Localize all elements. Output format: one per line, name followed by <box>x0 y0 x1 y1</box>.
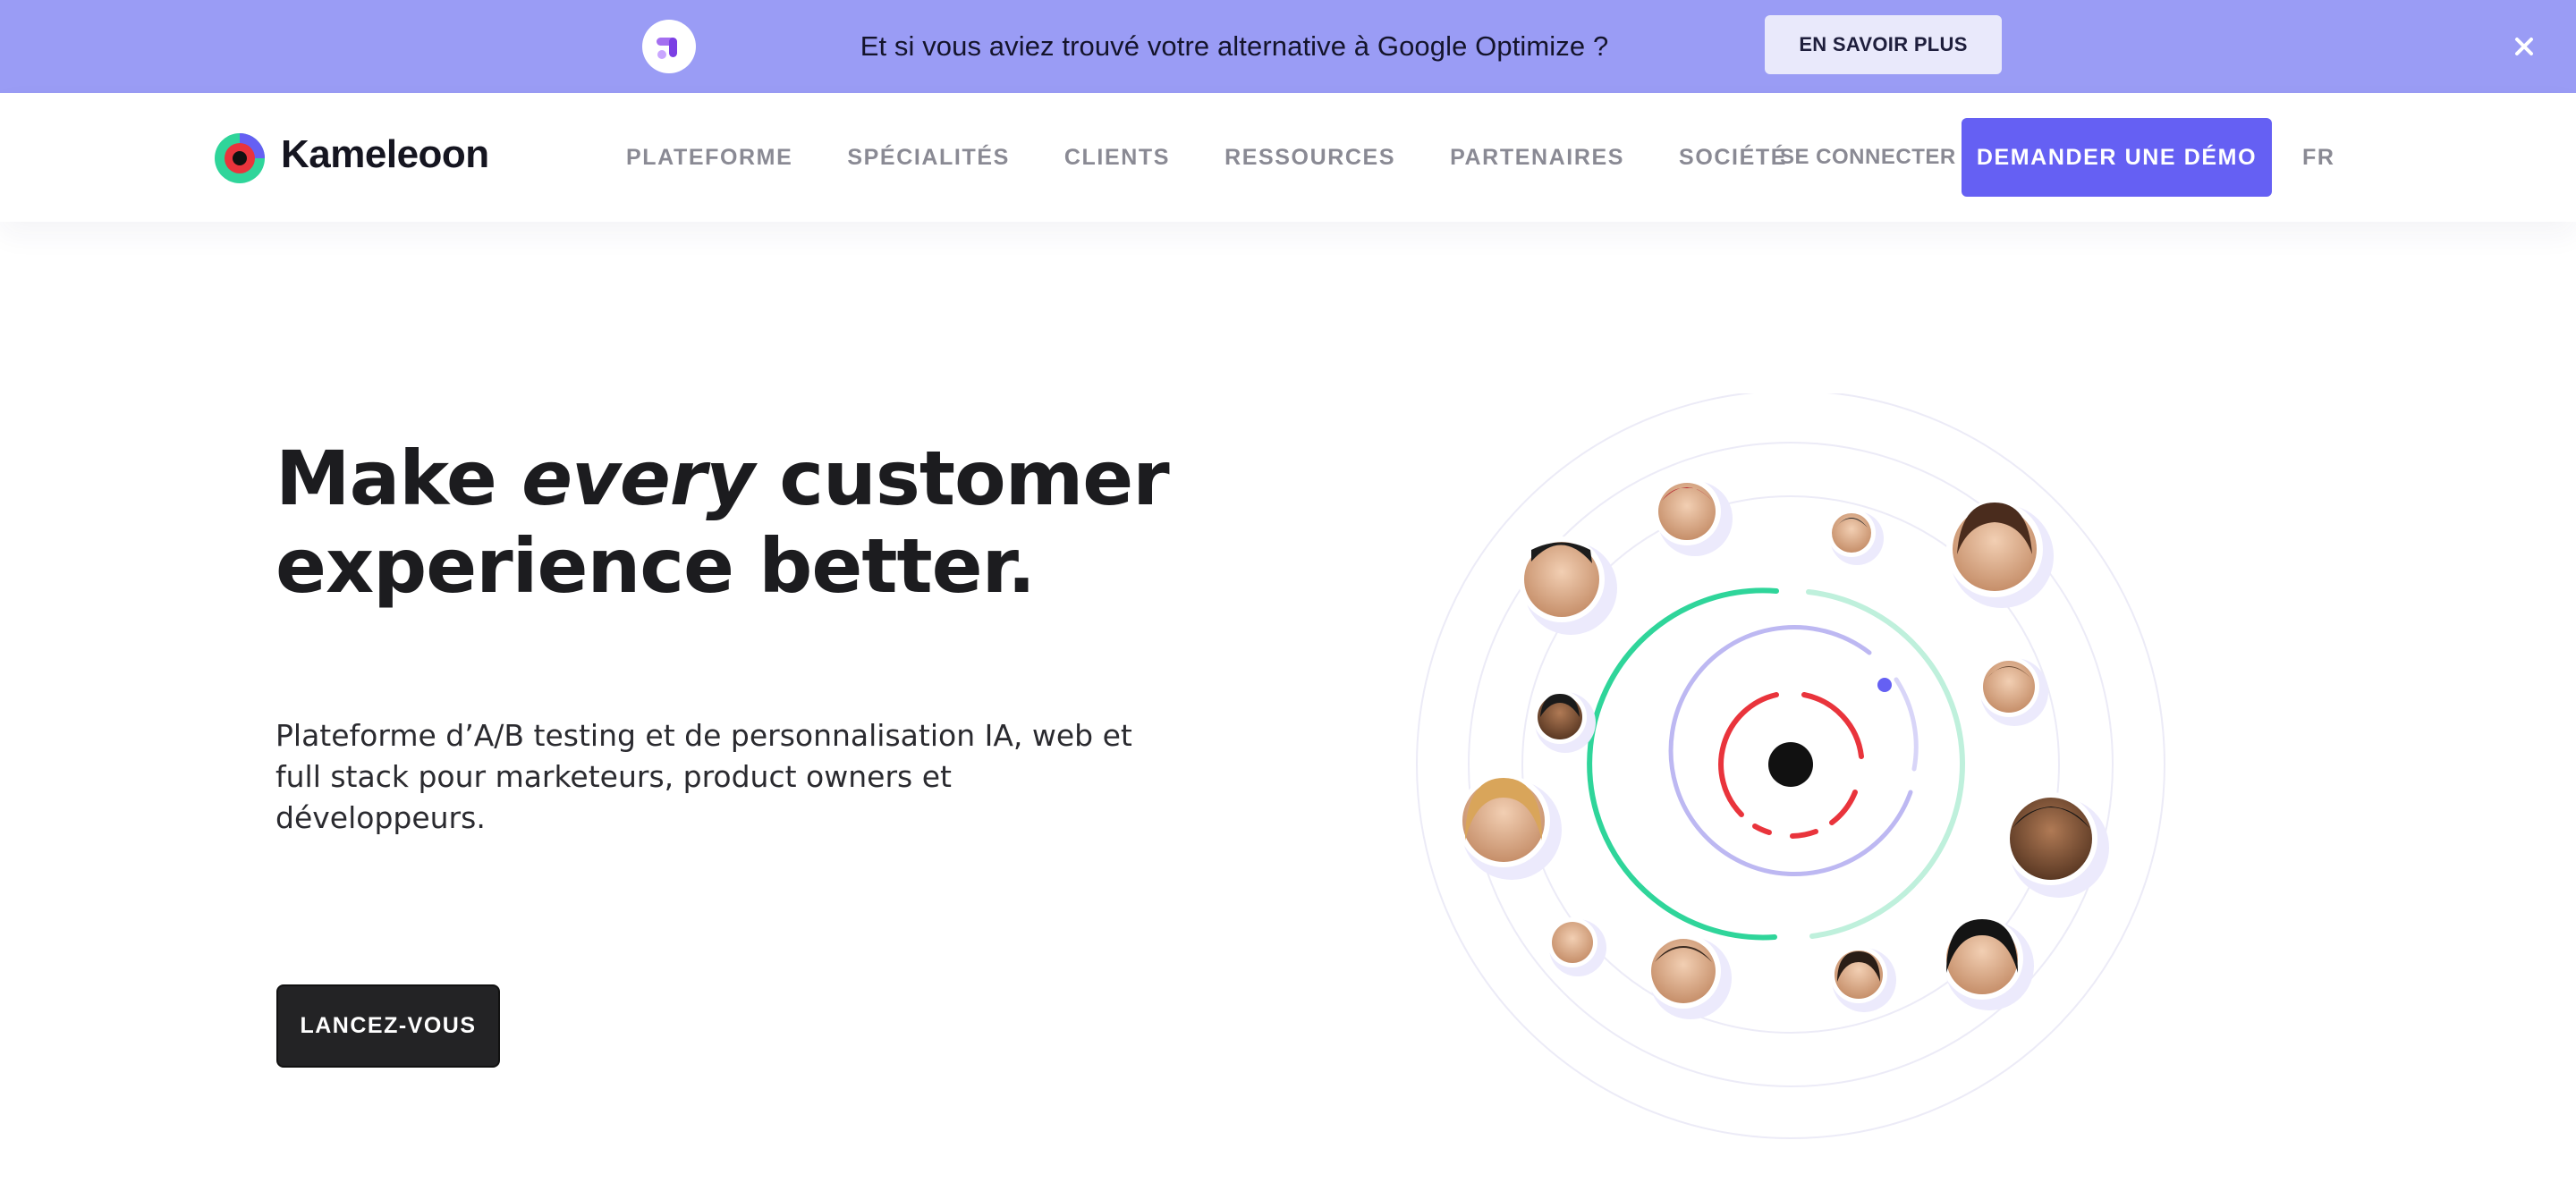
nav-item-clients[interactable]: CLIENTS <box>1064 145 1170 171</box>
nav-item-ressources[interactable]: RESSOURCES <box>1224 145 1395 171</box>
center-dot <box>1768 742 1813 787</box>
site-header: Kameleoon PLATEFORME SPÉCIALITÉS CLIENTS… <box>0 93 2576 222</box>
language-switcher[interactable]: FR <box>2302 93 2335 222</box>
login-link[interactable]: SE CONNECTER <box>1780 93 1956 222</box>
close-icon[interactable] <box>2504 27 2544 66</box>
nav-item-plateforme[interactable]: PLATEFORME <box>626 145 792 171</box>
google-optimize-logo-icon <box>642 20 696 73</box>
brand-name: Kameleoon <box>281 132 489 176</box>
avatar <box>1830 946 1896 1012</box>
hero-title-part2: customer <box>754 435 1169 522</box>
avatar <box>1979 656 2048 726</box>
brand-logo[interactable]: Kameleoon <box>213 122 489 187</box>
nav-item-partenaires[interactable]: PARTENAIRES <box>1450 145 1624 171</box>
customer-orbit-illustration <box>1416 393 2165 1139</box>
hero-title-emphasis: every <box>521 435 755 522</box>
avatar <box>1646 933 1732 1019</box>
hero-subtitle: Plateforme d’A/B testing et de personnal… <box>275 718 1132 835</box>
nav-item-specialites[interactable]: SPÉCIALITÉS <box>847 145 1010 171</box>
avatar <box>1827 509 1884 565</box>
kameleoon-logo-icon <box>215 133 265 183</box>
accent-dot <box>1877 678 1892 692</box>
banner-message: Et si vous aviez trouvé votre alternativ… <box>860 30 1609 62</box>
promo-banner: Et si vous aviez trouvé votre alternativ… <box>0 0 2576 93</box>
learn-more-button[interactable]: EN SAVOIR PLUS <box>1765 15 2002 74</box>
avatar <box>1519 536 1617 635</box>
avatar <box>1533 690 1596 753</box>
hero-title-line2: experience better. <box>275 522 1036 610</box>
hero-title-part1: Make <box>275 435 522 522</box>
get-started-button[interactable]: LANCEZ-VOUS <box>276 984 500 1068</box>
avatar <box>1946 501 2054 608</box>
avatar <box>1457 774 1562 880</box>
request-demo-button[interactable]: DEMANDER UNE DÉMO <box>1962 118 2272 197</box>
hero-title: Make every customer experience better. <box>275 435 1170 610</box>
main-nav: PLATEFORME SPÉCIALITÉS CLIENTS RESSOURCE… <box>626 93 1787 222</box>
avatar <box>2004 792 2109 898</box>
nav-item-societe[interactable]: SOCIÉTÉ <box>1679 145 1787 171</box>
avatar <box>1653 477 1733 556</box>
avatar <box>1547 917 1606 976</box>
avatar <box>1941 917 2034 1010</box>
